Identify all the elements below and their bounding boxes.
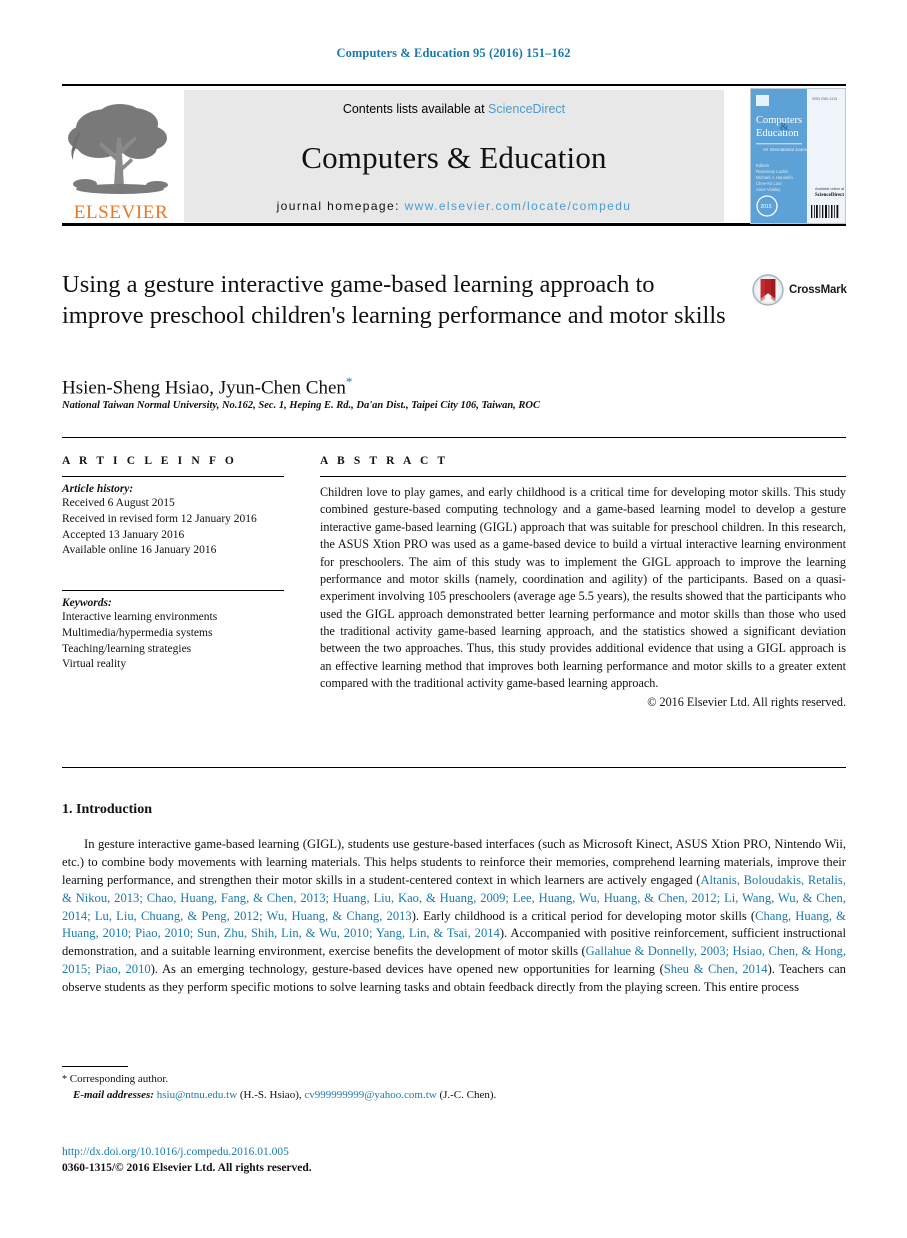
journal-masthead: ELSEVIER Contents lists available at Sci… xyxy=(62,84,846,226)
issn-copyright-line: 0360-1315/© 2016 Elsevier Ltd. All right… xyxy=(62,1162,312,1174)
footnote-rule xyxy=(62,1066,128,1067)
article-page: Computers & Education 95 (2016) 151–162 xyxy=(0,0,907,1238)
footnote-block: * Corresponding author. E-mail addresses… xyxy=(62,1072,846,1104)
info-section-top-rule xyxy=(62,437,846,438)
history-item: Received 6 August 2015 xyxy=(62,497,175,509)
contents-available-line: Contents lists available at ScienceDirec… xyxy=(343,102,565,116)
corresponding-author-label: Corresponding author. xyxy=(69,1073,169,1085)
info-section-bottom-rule xyxy=(62,767,846,768)
svg-text:ScienceDirect: ScienceDirect xyxy=(815,193,844,198)
svg-text:Education: Education xyxy=(756,128,799,139)
elsevier-wordmark: ELSEVIER xyxy=(73,202,169,223)
svg-text:Chee-Kit Looi: Chee-Kit Looi xyxy=(756,181,781,186)
keyword-item: Virtual reality xyxy=(62,658,127,671)
crossmark-icon xyxy=(752,274,784,306)
crossmark-label: CrossMark xyxy=(789,284,847,296)
keyword-item: Interactive learning environments xyxy=(62,611,218,623)
email-owner-2: (J.-C. Chen). xyxy=(439,1088,497,1101)
keywords-label: Keywords: xyxy=(62,597,112,609)
abstract-rule xyxy=(320,476,846,477)
svg-text:Rosemary Luckin: Rosemary Luckin xyxy=(756,169,789,174)
email-link-2[interactable]: cv999999999@yahoo.com.tw xyxy=(304,1089,436,1101)
journal-homepage-link[interactable]: www.elsevier.com/locate/compedu xyxy=(405,199,632,213)
svg-text:Available online at: Available online at xyxy=(815,187,844,191)
corresponding-author-note: * Corresponding author. xyxy=(62,1072,846,1088)
history-item: Received in revised form 12 January 2016 xyxy=(62,512,257,525)
svg-text:Michael J. Hannafin: Michael J. Hannafin xyxy=(756,175,793,180)
running-head: Computers & Education 95 (2016) 151–162 xyxy=(336,46,571,60)
article-info-heading: A R T I C L E I N F O xyxy=(62,455,237,467)
contents-prefix: Contents lists available at xyxy=(342,102,489,116)
abstract-column: A B S T R A C T Children love to play ga… xyxy=(320,455,846,710)
email-addresses-label: E-mail addresses: xyxy=(73,1088,154,1101)
corresponding-author-marker[interactable]: * xyxy=(346,374,353,389)
abstract-copyright: © 2016 Elsevier Ltd. All rights reserved… xyxy=(647,694,846,709)
citation-link[interactable]: Sheu & Chen, 2014 xyxy=(664,962,768,976)
doi-link[interactable]: http://dx.doi.org/10.1016/j.compedu.2016… xyxy=(62,1146,289,1158)
abstract-heading: A B S T R A C T xyxy=(320,455,449,467)
paragraph-text: ). As an emerging technology, gesture-ba… xyxy=(150,962,664,977)
article-info-column: A R T I C L E I N F O Article history: R… xyxy=(62,455,284,673)
author-names: Hsien-Sheng Hsiao, Jyun-Chen Chen xyxy=(62,377,346,399)
footnote-star: * xyxy=(62,1074,67,1085)
journal-cover-thumbnail[interactable]: Computers Education & An International J… xyxy=(750,88,846,224)
keywords-rule xyxy=(62,590,284,591)
svg-text:2015: 2015 xyxy=(761,204,772,210)
history-item: Available online 16 January 2016 xyxy=(62,544,217,557)
email-note: E-mail addresses: hsiu@ntnu.edu.tw (H.-S… xyxy=(62,1088,846,1104)
homepage-prefix: journal homepage: xyxy=(276,199,405,213)
email-link-1[interactable]: hsiu@ntnu.edu.tw xyxy=(157,1089,237,1101)
svg-text:Anne Vinkley: Anne Vinkley xyxy=(756,187,781,192)
svg-text:An International Journal: An International Journal xyxy=(763,147,809,152)
journal-title: Computers & Education xyxy=(301,139,607,175)
affiliation: National Taiwan Normal University, No.16… xyxy=(62,400,540,411)
keywords-list: Interactive learning environments Multim… xyxy=(62,610,284,673)
abstract-body: Children love to play games, and early c… xyxy=(320,485,846,691)
article-info-rule xyxy=(62,476,284,477)
page-title: Using a gesture interactive game-based l… xyxy=(62,271,726,329)
article-history-list: Received 6 August 2015 Received in revis… xyxy=(62,496,284,559)
journal-homepage-line: journal homepage: www.elsevier.com/locat… xyxy=(277,199,632,213)
elsevier-tree-icon xyxy=(68,104,168,194)
section-heading-introduction: 1. Introduction xyxy=(62,802,152,817)
paragraph-text: ). Early childhood is a critical period … xyxy=(411,908,756,923)
crossmark-badge[interactable]: CrossMark xyxy=(752,272,848,308)
article-history-label: Article history: xyxy=(62,483,134,495)
journal-info-panel: Contents lists available at ScienceDirec… xyxy=(184,90,724,222)
svg-text:ISSN 0360-1315: ISSN 0360-1315 xyxy=(812,97,837,101)
email-owner-1: (H.-S. Hsiao) xyxy=(239,1088,299,1101)
introduction-paragraph: In gesture interactive game-based learni… xyxy=(62,836,846,997)
keyword-item: Multimedia/hypermedia systems xyxy=(62,626,213,639)
elsevier-logo: ELSEVIER xyxy=(62,88,180,224)
author-list: Hsien-Sheng Hsiao, Jyun-Chen Chen* xyxy=(62,374,762,399)
svg-text:&: & xyxy=(780,121,789,133)
svg-text:Editors: Editors xyxy=(756,163,769,168)
history-item: Accepted 13 January 2016 xyxy=(62,528,185,541)
sciencedirect-link[interactable]: ScienceDirect xyxy=(488,102,565,116)
journal-cover-art: Computers Education & An International J… xyxy=(751,89,845,223)
keyword-item: Teaching/learning strategies xyxy=(62,642,192,655)
